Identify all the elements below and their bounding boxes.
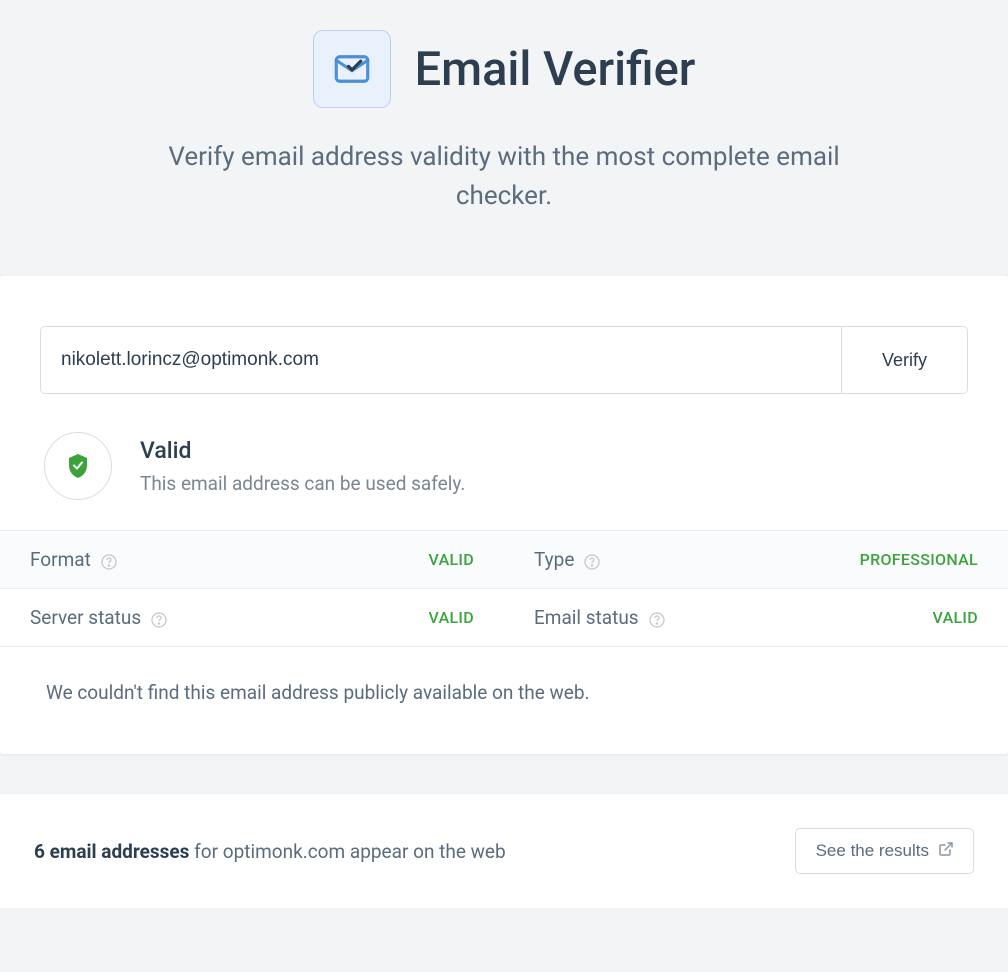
footer-section: 6 email addresses for optimonk.com appea… bbox=[0, 794, 1008, 908]
help-icon[interactable] bbox=[584, 552, 600, 568]
email-verifier-icon bbox=[313, 30, 391, 108]
results-button-label: See the results bbox=[816, 841, 929, 861]
status-description: This email address can be used safely. bbox=[140, 472, 465, 495]
page-subtitle: Verify email address validity with the m… bbox=[124, 138, 884, 216]
footer-count-rest: for optimonk.com appear on the web bbox=[189, 840, 505, 863]
help-icon[interactable] bbox=[649, 610, 665, 626]
detail-email-status: Email status VALID bbox=[504, 588, 1008, 647]
detail-email-status-value: VALID bbox=[933, 608, 978, 627]
detail-email-status-label: Email status bbox=[534, 606, 639, 629]
main-card: Verify Valid This email address can be u… bbox=[0, 276, 1008, 754]
details-grid: Format VALID Type bbox=[0, 530, 1008, 647]
see-results-button[interactable]: See the results bbox=[795, 828, 974, 874]
search-row: Verify bbox=[40, 326, 968, 394]
detail-server-status: Server status VALID bbox=[0, 588, 504, 647]
detail-type: Type PROFESSIONAL bbox=[504, 530, 1008, 588]
email-input[interactable] bbox=[41, 327, 841, 393]
help-icon[interactable] bbox=[151, 610, 167, 626]
no-results-message: We couldn't find this email address publ… bbox=[0, 647, 1008, 754]
detail-type-label: Type bbox=[534, 548, 574, 571]
footer-count-bold: 6 email addresses bbox=[34, 840, 189, 863]
verify-button[interactable]: Verify bbox=[841, 327, 967, 393]
detail-format-value: VALID bbox=[429, 550, 474, 569]
detail-server-status-label: Server status bbox=[30, 606, 141, 629]
help-icon[interactable] bbox=[101, 552, 117, 568]
detail-format-label: Format bbox=[30, 548, 91, 571]
shield-check-icon bbox=[44, 432, 112, 500]
page-title: Email Verifier bbox=[415, 42, 696, 97]
detail-server-status-value: VALID bbox=[429, 608, 474, 627]
status-section: Valid This email address can be used saf… bbox=[0, 394, 1008, 530]
external-link-icon bbox=[939, 841, 953, 861]
detail-type-value: PROFESSIONAL bbox=[860, 550, 978, 569]
status-title: Valid bbox=[140, 437, 465, 464]
footer-text: 6 email addresses for optimonk.com appea… bbox=[34, 840, 506, 863]
detail-format: Format VALID bbox=[0, 530, 504, 588]
